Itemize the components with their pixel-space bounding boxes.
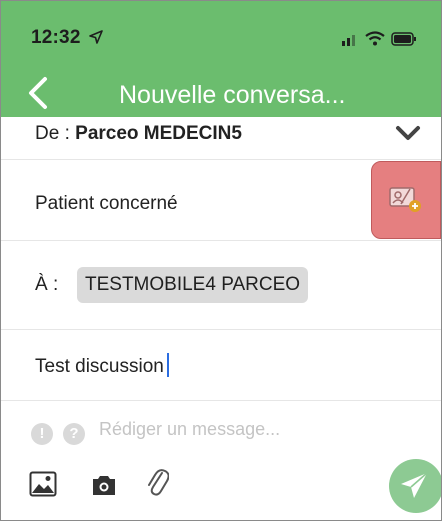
- send-button[interactable]: [389, 459, 441, 513]
- camera-icon[interactable]: [91, 473, 117, 497]
- status-time: 12:32: [31, 27, 103, 49]
- signal-icon: [342, 34, 355, 46]
- send-icon: [401, 472, 428, 498]
- from-field[interactable]: De : Parceo MEDECIN5: [35, 123, 242, 145]
- image-icon[interactable]: [29, 471, 57, 497]
- phone-screen: 12:32 Nouvelle conversa... De : Parceo M…: [0, 0, 442, 521]
- page-title: Nouvelle conversa...: [119, 81, 346, 109]
- from-label: De :: [35, 123, 70, 144]
- recipient-chip[interactable]: TESTMOBILE4 PARCEO: [77, 267, 309, 303]
- chevron-left-icon[interactable]: [23, 75, 53, 111]
- patient-card-icon: [389, 187, 421, 212]
- subject-text: Test discussion: [35, 356, 164, 377]
- alert-icon[interactable]: !: [31, 423, 53, 445]
- to-label: À :: [35, 274, 59, 295]
- select-patient-button[interactable]: [371, 161, 441, 239]
- wifi-icon: [365, 31, 385, 46]
- patient-label: Patient concerné: [35, 193, 178, 214]
- chevron-down-icon[interactable]: [394, 123, 422, 143]
- subject-input[interactable]: Test discussion: [35, 353, 169, 378]
- paperclip-icon[interactable]: [145, 463, 169, 499]
- text-cursor: [166, 353, 169, 377]
- location-arrow-icon: [89, 30, 103, 44]
- battery-icon: [391, 31, 416, 46]
- from-value: Parceo MEDECIN5: [75, 123, 242, 144]
- status-time-text: 12:32: [31, 27, 81, 48]
- help-icon[interactable]: ?: [63, 423, 85, 445]
- status-icons: [341, 31, 417, 46]
- message-input[interactable]: Rédiger un message...: [99, 419, 280, 440]
